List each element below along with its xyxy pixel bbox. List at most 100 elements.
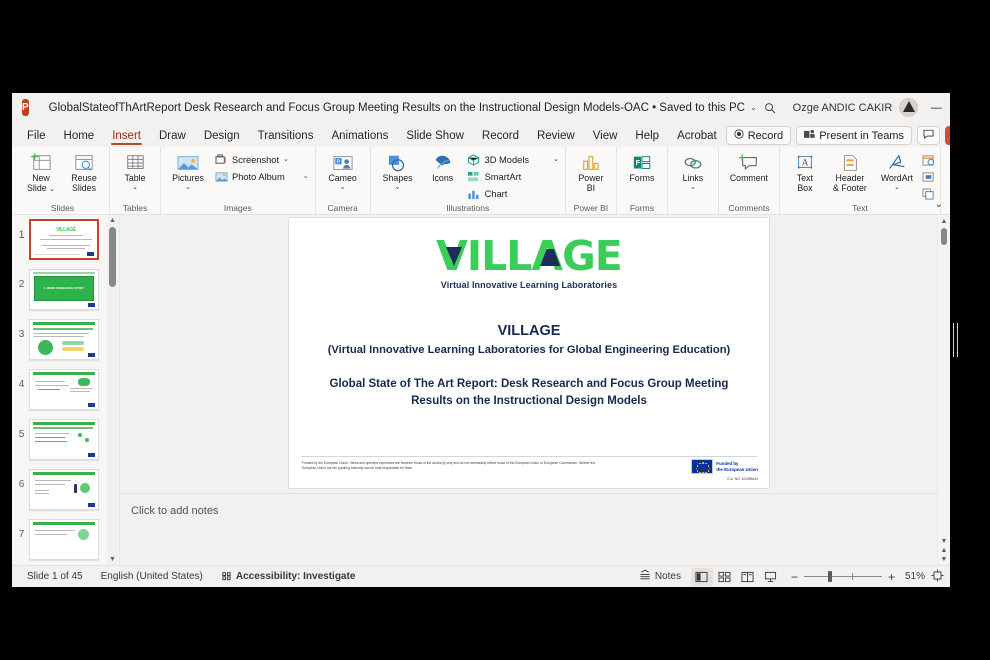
tab-record[interactable]: Record (473, 127, 528, 147)
power-bi-button[interactable]: Power BI (570, 150, 612, 194)
thumbnail-slide-1[interactable]: 1 VILLAGE (12, 215, 119, 265)
current-slide[interactable]: VILLAGE Virtual Innovative Learning Labo… (289, 218, 769, 488)
scroll-up-icon[interactable]: ▲ (938, 215, 950, 227)
tab-review[interactable]: Review (528, 127, 584, 147)
thumbnail-image (29, 469, 99, 510)
language-indicator[interactable]: English (United States) (92, 571, 212, 582)
thumbnail-slide-4[interactable]: 4 (12, 365, 119, 415)
tab-acrobat[interactable]: Acrobat (668, 127, 726, 147)
tab-view[interactable]: View (584, 127, 627, 147)
slide-show-button[interactable] (760, 568, 782, 586)
new-slide-label-2: Slide (27, 182, 47, 193)
notes-placeholder[interactable]: Click to add notes (120, 494, 937, 517)
normal-view-button[interactable] (690, 567, 713, 586)
slide-sorter-button[interactable] (714, 568, 736, 586)
tab-slide-show[interactable]: Slide Show (397, 127, 473, 147)
table-button[interactable]: Table ⌄ (114, 150, 156, 191)
thumbnail-slide-7[interactable]: 7 (12, 515, 119, 565)
zoom-slider[interactable] (803, 570, 882, 582)
scroll-down-icon[interactable]: ▼ (941, 538, 948, 545)
share-button[interactable]: Share ⌄ (944, 126, 950, 145)
links-button[interactable]: Links ⌄ (672, 150, 714, 191)
minimize-button[interactable]: — (918, 93, 950, 122)
slide-title[interactable]: VILLAGE (315, 323, 743, 339)
accessibility-status[interactable]: Accessibility: Investigate (212, 570, 365, 584)
comment-icon (738, 152, 760, 174)
scroll-down-icon[interactable]: ▼ (107, 554, 118, 565)
photo-album-button[interactable]: Photo Album ⌄ (212, 168, 311, 185)
text-box-button[interactable]: A Text Box (784, 150, 826, 194)
reuse-slides-button[interactable]: Reuse Slides (63, 150, 105, 194)
notes-button[interactable]: Notes (630, 569, 690, 584)
thumbnail-number: 2 (18, 279, 25, 290)
tab-transitions[interactable]: Transitions (249, 127, 323, 147)
group-label-images: Images (223, 202, 252, 213)
smartart-button[interactable]: SmartArt (465, 168, 561, 185)
zoom-in-button[interactable]: + (888, 571, 895, 583)
zoom-out-button[interactable]: − (791, 571, 798, 583)
present-in-teams-button[interactable]: Present in Teams (796, 126, 912, 145)
search-icon[interactable] (757, 97, 783, 119)
thumbnail-slide-3[interactable]: 3 (12, 315, 119, 365)
slide-body-text[interactable]: Global State of The Art Report: Desk Res… (315, 376, 743, 411)
reuse-slides-icon (73, 152, 95, 174)
fit-slide-icon[interactable] (931, 568, 944, 585)
powerpoint-icon: P (22, 99, 29, 116)
wordart-button[interactable]: WordArt ⌄ (874, 150, 920, 191)
scrollbar-thumb[interactable] (941, 228, 947, 245)
cameo-button[interactable]: P Cameo ⌄ (320, 150, 366, 191)
chart-button[interactable]: Chart (465, 185, 561, 202)
next-slide-button[interactable]: ▼ (941, 556, 948, 563)
pictures-button[interactable]: Pictures ⌄ (165, 150, 211, 191)
comments-button[interactable] (916, 126, 940, 145)
group-label-comments: Comments (728, 202, 770, 213)
thumbnail-slide-2[interactable]: 2 1. DESK RESEARCH STUDY (12, 265, 119, 315)
chevron-down-icon: ⌄ (553, 156, 559, 163)
user-account-name[interactable]: Ozge ANDIC CAKIR (793, 102, 893, 114)
tab-file[interactable]: File (18, 127, 55, 147)
shapes-button[interactable]: Shapes ⌄ (375, 150, 421, 191)
comment-label: Comment (729, 173, 768, 183)
slide-thumbnail-pane[interactable]: 1 VILLAGE 2 1. DESK RESEARCH STUDY 3 4 5… (12, 215, 120, 565)
slide-counter[interactable]: Slide 1 of 45 (18, 571, 92, 582)
tab-help[interactable]: Help (626, 127, 668, 147)
thumbnail-slide-5[interactable]: 5 (12, 415, 119, 465)
tab-draw[interactable]: Draw (150, 127, 195, 147)
zoom-level[interactable]: 51% (901, 571, 925, 582)
scrollbar-thumb[interactable] (109, 227, 116, 287)
scroll-up-icon[interactable]: ▲ (107, 215, 118, 226)
date-time-icon[interactable] (921, 152, 936, 167)
tab-home[interactable]: Home (55, 127, 104, 147)
previous-slide-button[interactable]: ▲ (941, 547, 948, 554)
slide-scrollbar[interactable]: ▲ ▼ ▲ ▼ (937, 215, 950, 565)
3d-models-button[interactable]: 3D Models ⌄ (465, 151, 561, 168)
tab-insert[interactable]: Insert (103, 127, 150, 147)
header-footer-button[interactable]: Header & Footer (827, 150, 873, 194)
icons-button[interactable]: Icons (422, 150, 464, 184)
record-button[interactable]: Record (725, 126, 792, 145)
ribbon-collapse-button[interactable]: ⌄ (935, 199, 943, 210)
thumbnail-scrollbar[interactable]: ▲ ▼ (107, 215, 118, 565)
icons-icon (432, 152, 454, 174)
avatar[interactable] (899, 98, 919, 117)
thumbnail-number: 4 (18, 379, 25, 390)
chevron-down-icon: ⌄ (893, 183, 900, 191)
symbols-button[interactable]: Ω Symbols ⌄ (945, 150, 950, 191)
chevron-down-icon[interactable]: ⌄ (750, 103, 757, 112)
slide-subtitle[interactable]: (Virtual Innovative Learning Laboratorie… (315, 344, 743, 356)
comment-button[interactable]: Comment (723, 150, 775, 184)
tab-design[interactable]: Design (195, 127, 249, 147)
new-slide-button[interactable]: New Slide ⌄ (20, 150, 62, 194)
reading-view-button[interactable] (737, 568, 759, 586)
zoom-slider-handle[interactable] (827, 570, 832, 582)
screenshot-button[interactable]: Screenshot ⌄ (212, 151, 311, 168)
tab-animations[interactable]: Animations (322, 127, 397, 147)
slide-canvas[interactable]: VILLAGE Virtual Innovative Learning Labo… (120, 215, 937, 493)
forms-button[interactable]: F Forms (621, 150, 663, 184)
slide-number-icon[interactable] (921, 169, 936, 184)
screenshot-icon (214, 153, 228, 167)
notes-pane[interactable]: Click to add notes (120, 493, 937, 565)
thumbnail-slide-6[interactable]: 6 (12, 465, 119, 515)
zoom-slider-midpoint (851, 572, 853, 580)
smartart-label: SmartArt (484, 171, 522, 182)
